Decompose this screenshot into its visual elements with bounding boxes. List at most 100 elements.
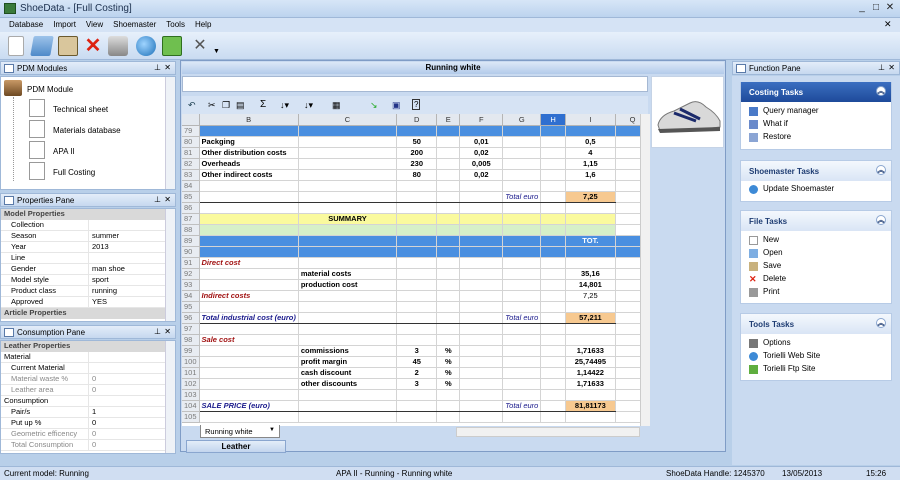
sheet-cell[interactable]	[199, 180, 299, 192]
sheet-cell[interactable]	[540, 367, 566, 379]
sheet-cell[interactable]	[199, 213, 299, 225]
print-icon[interactable]	[108, 36, 128, 56]
property-value[interactable]: YES	[89, 297, 107, 307]
sheet-cell[interactable]	[396, 279, 438, 291]
group-material[interactable]: Material	[1, 352, 175, 363]
sheet-cell[interactable]	[459, 411, 504, 423]
sheet-cell[interactable]	[540, 125, 566, 137]
sheet-cell[interactable]	[396, 125, 438, 137]
minimize-button[interactable]: _	[856, 2, 868, 14]
sheet-cell[interactable]: SUMMARY	[298, 213, 398, 225]
sheet-cell[interactable]	[540, 136, 566, 148]
sheet-cell[interactable]	[436, 400, 461, 412]
sheet-cell[interactable]	[459, 180, 504, 192]
sheet-cell[interactable]	[540, 202, 566, 214]
pin-icon[interactable]: ⊥	[154, 327, 161, 336]
property-value[interactable]: 0	[89, 440, 96, 450]
sheet-cell[interactable]: 1,71633	[565, 378, 617, 390]
sort-descending-icon[interactable]: ↓▾	[304, 100, 313, 111]
sheet-cell[interactable]: 3	[396, 345, 438, 357]
sheet-cell[interactable]	[199, 367, 299, 379]
sheet-cell[interactable]: 0,02	[459, 147, 504, 159]
sheet-cell[interactable]	[436, 312, 461, 324]
sheet-cell[interactable]	[502, 125, 542, 137]
property-row[interactable]: Line	[1, 253, 175, 264]
task-restore[interactable]: Restore	[741, 132, 891, 145]
sheet-cell[interactable]: 0,02	[459, 169, 504, 181]
category-article-properties[interactable]: Article Properties	[1, 308, 175, 319]
sheet-cell[interactable]	[298, 169, 398, 181]
row-number[interactable]: 95	[182, 301, 200, 313]
sheet-cell[interactable]	[540, 224, 566, 236]
format-icon[interactable]: ▦	[332, 100, 341, 111]
sheet-cell[interactable]	[298, 389, 398, 401]
sheet-cell[interactable]	[540, 158, 566, 170]
sheet-cell[interactable]	[298, 400, 398, 412]
import-icon[interactable]: ↘	[370, 100, 378, 111]
sheet-cell[interactable]	[540, 378, 566, 390]
task-open[interactable]: Open	[741, 248, 891, 261]
column-header[interactable]: E	[436, 114, 461, 126]
sheet-cell[interactable]	[396, 411, 438, 423]
sheet-cell[interactable]	[459, 334, 504, 346]
row-number[interactable]: 85	[182, 191, 200, 203]
pin-icon[interactable]: ⊥	[154, 195, 161, 204]
sheet-cell[interactable]	[199, 125, 299, 137]
property-row[interactable]: Year 2013	[1, 242, 175, 253]
sheet-cell[interactable]	[459, 202, 504, 214]
sheet-cell[interactable]	[436, 290, 461, 302]
copy-icon[interactable]: ❐	[222, 100, 230, 111]
row-number[interactable]: 81	[182, 147, 200, 159]
sheet-cell[interactable]	[565, 213, 617, 225]
sheet-cell[interactable]	[459, 290, 504, 302]
task-print[interactable]: Print	[741, 287, 891, 300]
sheet-cell[interactable]	[502, 268, 542, 280]
sheet-cell[interactable]: Sale cost	[199, 334, 299, 346]
sheet-cell[interactable]	[502, 290, 542, 302]
spreadsheet-grid[interactable]: B C D E F G H I Q 79 80 Packging 50 0,01 0,5 81 Other di…	[182, 114, 650, 426]
task-what-if[interactable]: What if	[741, 119, 891, 132]
sheet-cell[interactable]	[502, 136, 542, 148]
sheet-cell[interactable]	[436, 411, 461, 423]
row-number[interactable]: 94	[182, 290, 200, 302]
tree-root[interactable]: PDM Module	[27, 85, 73, 94]
sheet-cell[interactable]: 81,81173	[565, 400, 617, 412]
row-number[interactable]: 87	[182, 213, 200, 225]
sheet-cell[interactable]	[540, 323, 566, 335]
sheet-cell[interactable]	[502, 169, 542, 181]
sheet-cell[interactable]	[459, 378, 504, 390]
sheet-cell[interactable]	[298, 411, 398, 423]
property-row[interactable]: Gender man shoe	[1, 264, 175, 275]
column-header[interactable]: B	[199, 114, 299, 126]
delete-icon[interactable]: ✕	[83, 36, 103, 56]
sheet-cell[interactable]	[459, 312, 504, 324]
bottom-tab-leather[interactable]: Leather	[186, 440, 286, 453]
sheet-cell[interactable]	[502, 356, 542, 368]
sheet-cell[interactable]	[298, 334, 398, 346]
column-header[interactable]: F	[459, 114, 504, 126]
sheet-cell[interactable]	[199, 224, 299, 236]
sheet-cell[interactable]	[459, 356, 504, 368]
sheet-cell[interactable]	[459, 389, 504, 401]
sheet-cell[interactable]: TOT.	[565, 235, 617, 247]
sheet-cell[interactable]	[540, 389, 566, 401]
sheet-cell[interactable]	[502, 158, 542, 170]
sheet-cell[interactable]	[540, 334, 566, 346]
row-number[interactable]: 100	[182, 356, 200, 368]
sheet-cell[interactable]	[298, 257, 398, 269]
sheet-cell[interactable]	[298, 301, 398, 313]
sheet-cell[interactable]	[459, 268, 504, 280]
tree-item-materials-database[interactable]: Materials database	[53, 126, 121, 135]
sheet-cell[interactable]	[396, 224, 438, 236]
row-number[interactable]: 97	[182, 323, 200, 335]
column-header[interactable]: D	[396, 114, 438, 126]
property-value[interactable]: 0	[89, 385, 96, 395]
sheet-cell[interactable]	[565, 257, 617, 269]
property-value[interactable]: 0	[89, 418, 96, 428]
scrollbar[interactable]	[165, 341, 175, 453]
tree-item-technical-sheet[interactable]: Technical sheet	[53, 105, 108, 114]
sheet-cell[interactable]	[565, 246, 617, 258]
sheet-cell[interactable]	[436, 125, 461, 137]
sheet-cell[interactable]	[298, 180, 398, 192]
sheet-cell[interactable]	[459, 246, 504, 258]
